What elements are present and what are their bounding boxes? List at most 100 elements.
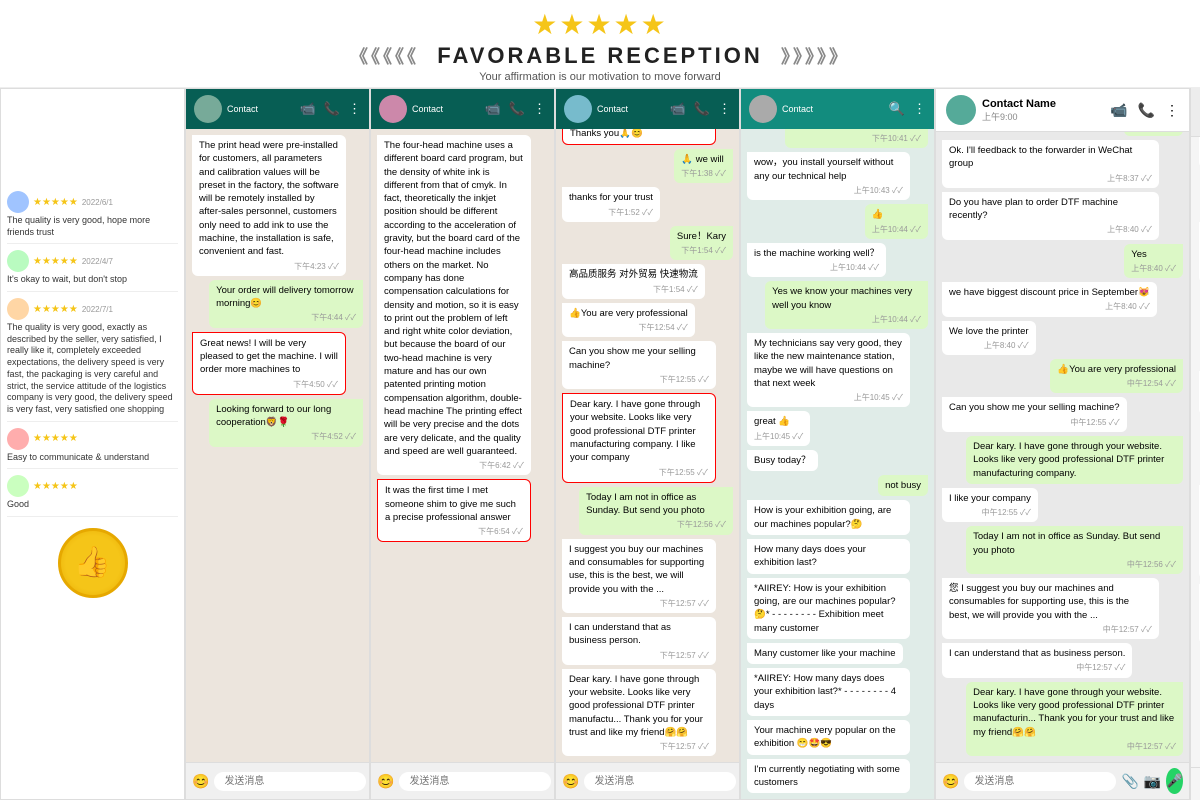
chat-header-left-1: Contact xyxy=(194,95,258,123)
chat-header-left-3: Contact xyxy=(564,95,628,123)
avatar-2 xyxy=(379,95,407,123)
chat-input-bar-2: 😊 📎 📷 🎤 xyxy=(371,762,554,799)
more-icon-3[interactable]: ⋮ xyxy=(718,101,731,117)
message-bubble: It was the first time I met someone shim… xyxy=(377,479,548,542)
message-bubble: Can you show me your selling machine?下午1… xyxy=(562,341,733,389)
more-icon-1[interactable]: ⋮ xyxy=(348,101,361,117)
message-bubble: 👍You are very professional下午12:54 ✓✓ xyxy=(562,303,733,337)
avatar-4 xyxy=(749,95,777,123)
chat-icons-4: 🔍 ⋮ xyxy=(889,101,926,117)
message-bubble: This is 1st shipment your company and ou… xyxy=(562,129,733,145)
chat-input-5[interactable] xyxy=(964,772,1116,791)
message-bubble: Today I am not in office as Sunday. But … xyxy=(942,526,1183,574)
message-bubble: Busy today？ xyxy=(747,450,928,471)
message-bubble: 您 I suggest you buy our machines and con… xyxy=(942,578,1183,639)
message-bubble: Do you have plan to order DTF machine re… xyxy=(942,192,1183,240)
message-bubble: 高品质服务 对外贸易 快速物流下午1:54 ✓✓ xyxy=(562,264,733,298)
message-bubble: Dear kary. I have gone through your webs… xyxy=(942,436,1183,484)
video-icon-5[interactable]: 📹 xyxy=(1110,102,1127,119)
review-text-4: Good xyxy=(7,499,178,511)
message-bubble: Looking forward to our long cooperation🦁… xyxy=(192,399,363,447)
chat-header-1: Contact 📹 📞 ⋮ xyxy=(186,89,369,129)
video-icon-3[interactable]: 📹 xyxy=(670,101,686,117)
photo-icon-5[interactable]: 📷 xyxy=(1144,773,1161,790)
review-stars-3: ★★★★★ xyxy=(33,433,78,444)
message-bubble: My technicians say very good, they like … xyxy=(747,333,928,407)
chat-header-left-5: Contact Name 上午9:00 xyxy=(946,95,1056,125)
chat-panel-5: Contact Name 上午9:00 📹 📞 ⋮ luckyconsol sa… xyxy=(935,88,1190,800)
review-date-1: 2022/4/7 xyxy=(82,257,113,266)
chat-panel-4: Contact 🔍 ⋮ 今天dear上午10:39 ✓✓is everythin… xyxy=(740,88,935,800)
review-item-0: ★★★★★ 2022/6/1 The quality is very good,… xyxy=(7,191,178,244)
review-avatar-1 xyxy=(7,250,29,272)
video-icon-2[interactable]: 📹 xyxy=(485,101,501,117)
emoji-icon-5[interactable]: 😊 xyxy=(942,773,959,790)
message-bubble: How many days does your exhibition last? xyxy=(747,539,928,574)
chat-header-left-4: Contact xyxy=(749,95,813,123)
contact-name-3: Contact xyxy=(597,104,628,114)
chat-messages-3: Ok ok下午12:33 ✓✓This is 1st shipment your… xyxy=(556,129,739,762)
emoji-icon-3[interactable]: 😊 xyxy=(562,773,579,790)
chat-header-5: Contact Name 上午9:00 📹 📞 ⋮ xyxy=(936,89,1189,132)
more-icon-5[interactable]: ⋮ xyxy=(1165,102,1179,119)
avatar-1 xyxy=(194,95,222,123)
wechat-panel: 联系人 上午9:00 📹 📞 ⋯ luckyconsol said that h… xyxy=(1190,88,1200,800)
message-bubble: *AIIREY: How is your exhibition going, a… xyxy=(747,578,928,639)
chat-input-bar-3: 😊 📎 📷 🎤 xyxy=(556,762,739,799)
message-bubble: Your machine very popular on the exhibit… xyxy=(747,720,928,755)
chat-input-1[interactable] xyxy=(214,772,366,791)
deco-right: 》》》》》 xyxy=(781,47,850,67)
wechat-header: 联系人 上午9:00 📹 📞 ⋯ xyxy=(1191,88,1200,137)
wechat-input-bar: 😊 📷 ➤ xyxy=(1191,767,1200,800)
main-content: ★★★★★ 2022/6/1 The quality is very good,… xyxy=(0,88,1200,800)
call-icon-5[interactable]: 📞 xyxy=(1138,102,1155,119)
attach-icon-5[interactable]: 📎 xyxy=(1121,773,1138,790)
message-bubble: we have biggest discount price in Septem… xyxy=(942,282,1183,316)
review-item-1: ★★★★★ 2022/4/7 It's okay to wait, but do… xyxy=(7,250,178,292)
more-icon-2[interactable]: ⋮ xyxy=(533,101,546,117)
call-icon-3[interactable]: 📞 xyxy=(694,101,710,117)
message-bubble: The print head were pre-installed for cu… xyxy=(192,135,363,276)
emoji-icon-2[interactable]: 😊 xyxy=(377,773,394,790)
call-icon-2[interactable]: 📞 xyxy=(509,101,525,117)
message-bubble: is the machine working well？上午10:44 ✓✓ xyxy=(747,243,928,277)
message-bubble: Yes上午8:36 ✓✓ xyxy=(942,132,1183,136)
send-button-5[interactable]: 🎤 xyxy=(1166,768,1183,794)
review-text-1: It's okay to wait, but don't stop xyxy=(7,274,178,286)
more-icon-4[interactable]: ⋮ xyxy=(913,101,926,117)
chat-header-2: Contact 📹 📞 ⋮ xyxy=(371,89,554,129)
message-bubble: I can understand that as business person… xyxy=(562,617,733,665)
contact-name-4: Contact xyxy=(782,104,813,114)
review-date-0: 2022/6/1 xyxy=(82,198,113,207)
review-stars-4: ★★★★★ xyxy=(33,481,78,492)
review-avatar-2 xyxy=(7,298,29,320)
chat-panel-1: Contact 📹 📞 ⋮ The print head were pre-in… xyxy=(185,88,370,800)
chat-input-3[interactable] xyxy=(584,772,736,791)
chat-messages-4: 今天dear上午10:39 ✓✓is everything going well… xyxy=(741,129,934,799)
chat-icons-2: 📹 📞 ⋮ xyxy=(485,101,546,117)
message-bubble: thanks for your trust下午1:52 ✓✓ xyxy=(562,187,733,221)
review-avatar-0 xyxy=(7,191,29,213)
chat-input-2[interactable] xyxy=(399,772,551,791)
call-icon-1[interactable]: 📞 xyxy=(324,101,340,117)
deco-left: 《《《《《 xyxy=(350,47,419,67)
chat-panel-2: Contact 📹 📞 ⋮ The four-head machine uses… xyxy=(370,88,555,800)
chat-header-3: Contact 📹 📞 ⋮ xyxy=(556,89,739,129)
review-date-2: 2022/7/1 xyxy=(82,305,113,314)
search-icon-4[interactable]: 🔍 xyxy=(889,101,905,117)
message-bubble: wow，you install yourself without any our… xyxy=(747,152,928,200)
message-bubble: Yes上午8:40 ✓✓ xyxy=(942,244,1183,278)
chat-icons-3: 📹 📞 ⋮ xyxy=(670,101,731,117)
chat-messages-1: The print head were pre-installed for cu… xyxy=(186,129,369,762)
message-bubble: Today I am not in office as Sunday. But … xyxy=(562,487,733,535)
reviews-panel: ★★★★★ 2022/6/1 The quality is very good,… xyxy=(0,88,185,800)
message-bubble: The four-head machine uses a different b… xyxy=(377,135,548,475)
message-bubble: I suggest you buy our machines and consu… xyxy=(562,539,733,613)
emoji-icon-1[interactable]: 😊 xyxy=(192,773,209,790)
message-bubble: I can understand that as business person… xyxy=(942,643,1183,677)
chat-input-bar-5: 😊 📎 📷 🎤 xyxy=(936,762,1189,799)
video-icon-1[interactable]: 📹 xyxy=(300,101,316,117)
chat-messages-2: The four-head machine uses a different b… xyxy=(371,129,554,762)
message-bubble: We love the printer上午8:40 ✓✓ xyxy=(942,321,1183,355)
message-bubble: How is your exhibition going, are our ma… xyxy=(747,500,928,535)
